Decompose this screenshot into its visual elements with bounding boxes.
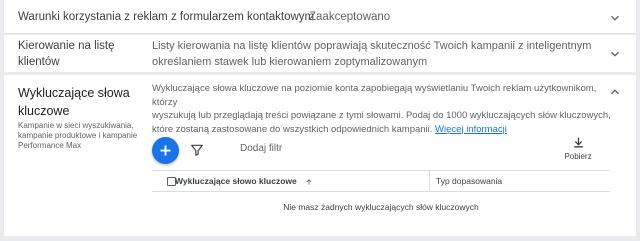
description-line: Wykluczające słowa kluczowe na poziomie …	[152, 83, 597, 108]
description-line: które zostaną zastosowane do wszystkich …	[152, 123, 612, 137]
section-subtitle: Kampanie w sieci wyszukiwania, kampanie …	[18, 121, 153, 151]
section-title-line: Wykluczające słowa	[18, 86, 130, 100]
plus-icon	[160, 145, 171, 156]
terms-row[interactable]: Warunki korzystania z reklam z formularz…	[4, 0, 636, 34]
terms-status: Zaakceptowano	[309, 11, 391, 23]
customer-list-row[interactable]: Kierowanie na listę klientów Listy kiero…	[4, 35, 636, 72]
section-description: Wykluczające słowa kluczowe na poziomie …	[152, 82, 612, 136]
customer-list-label-line: klientów	[18, 56, 60, 68]
column-header-match-type[interactable]: Typ dopasowania	[436, 176, 502, 186]
filter-icon[interactable]	[190, 143, 204, 157]
description-text: które zostaną zastosowane do wszystkich …	[152, 123, 433, 135]
download-button[interactable]: Pobierz	[564, 136, 592, 161]
learn-more-link[interactable]: Więcej informacji	[435, 124, 507, 135]
sort-arrow-up-icon	[306, 178, 312, 185]
empty-table-message: Nie masz żadnych wykluczających słów klu…	[283, 202, 479, 212]
table-header: Wykluczające słowo kluczowe Typ dopasowa…	[152, 170, 610, 192]
customer-list-label: Kierowanie na listę klientów	[18, 38, 115, 70]
customer-list-value-line: określaniem stawek lub kierowaniem zopty…	[152, 56, 428, 68]
section-subtitle-line: kampanie produktowe i kampanie	[18, 131, 138, 140]
section-subtitle-line: Kampanie w sieci wyszukiwania,	[18, 121, 134, 130]
column-header-keyword-label: Wykluczające słowo kluczowe	[175, 176, 297, 186]
download-label: Pobierz	[564, 152, 592, 161]
customer-list-value: Listy kierowania na listę klientów popra…	[152, 38, 591, 70]
chevron-down-icon[interactable]	[608, 11, 622, 25]
column-header-keyword[interactable]: Wykluczające słowo kluczowe	[175, 176, 313, 186]
description-line: wyszukują lub przeglądają treści powiąza…	[152, 110, 611, 121]
download-icon	[573, 137, 583, 148]
customer-list-label-line: Kierowanie na listę	[18, 40, 115, 52]
section-title: Wykluczające słowa kluczowe	[18, 84, 138, 120]
add-keyword-button[interactable]	[152, 137, 179, 164]
terms-label: Warunki korzystania z reklam z formularz…	[18, 11, 315, 23]
negative-keywords-section: Wykluczające słowa kluczowe Kampanie w s…	[4, 75, 636, 236]
chevron-down-icon[interactable]	[608, 47, 622, 61]
column-divider	[429, 171, 430, 192]
customer-list-value-line: Listy kierowania na listę klientów popra…	[152, 40, 592, 52]
add-filter-button[interactable]: Dodaj filtr	[240, 143, 282, 154]
section-title-line: kluczowe	[18, 104, 70, 118]
section-subtitle-line: Performance Max	[18, 141, 82, 150]
